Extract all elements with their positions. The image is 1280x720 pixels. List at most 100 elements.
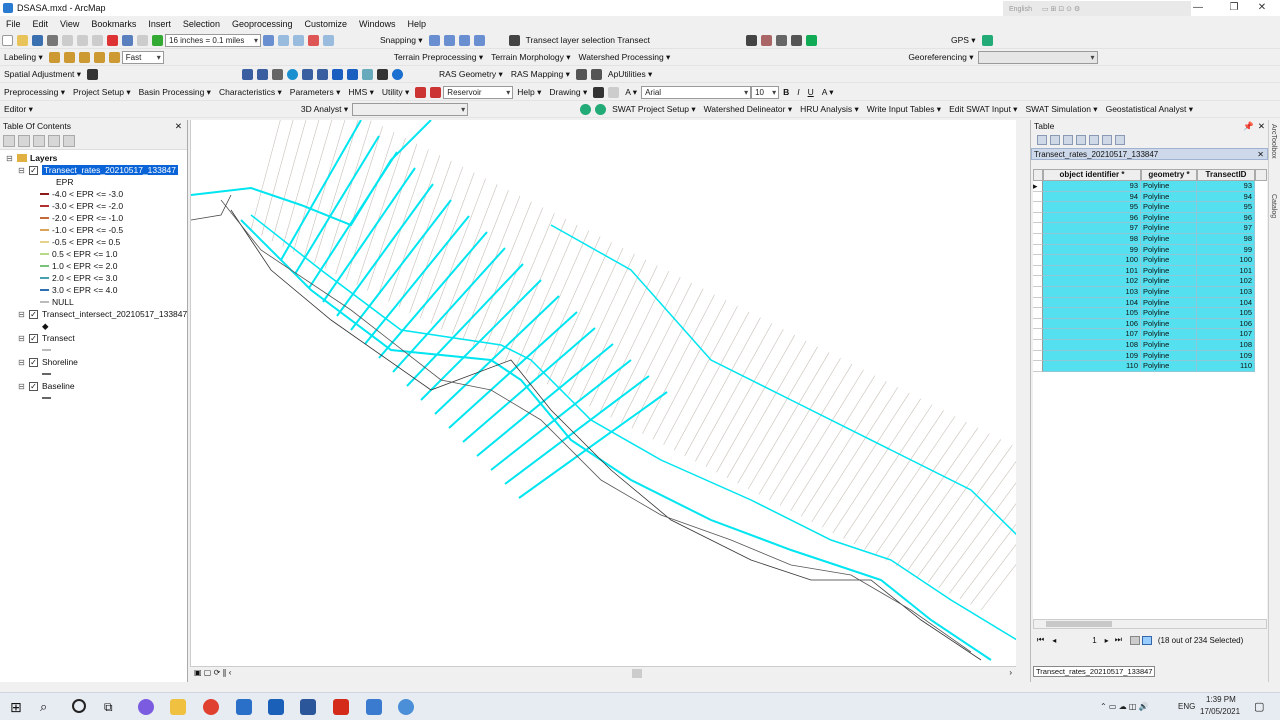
- fixed-zoom-out-icon[interactable]: [317, 68, 329, 80]
- menu-file[interactable]: File: [0, 16, 27, 32]
- parameters-menu[interactable]: Parameters ▾: [286, 87, 345, 98]
- transect-line[interactable]: [832, 398, 921, 534]
- transect-line[interactable]: [684, 317, 761, 456]
- menu-bookmarks[interactable]: Bookmarks: [85, 16, 142, 32]
- transect-line[interactable]: [980, 480, 1016, 611]
- table-row[interactable]: 109 Polyline 109: [1033, 350, 1267, 362]
- column-header-object-identifier[interactable]: object identifier *: [1043, 169, 1141, 181]
- scroll-right-icon[interactable]: ›: [1009, 668, 1012, 677]
- transect-line[interactable]: [261, 120, 303, 236]
- zoom-in-icon[interactable]: [242, 68, 254, 80]
- table-row[interactable]: 107 Polyline 107: [1033, 329, 1267, 340]
- list-by-selection-icon[interactable]: [48, 134, 60, 147]
- write-input-tables-menu[interactable]: Write Input Tables ▾: [863, 104, 945, 115]
- cell-object-identifier[interactable]: 95: [1043, 202, 1141, 213]
- toc-layer-transect-intersect[interactable]: ⊟ ✓ Transect_intersect_20210517_133847: [18, 308, 187, 320]
- cell-geometry[interactable]: Polyline: [1141, 255, 1197, 266]
- snap-point-icon[interactable]: [428, 34, 440, 46]
- open-icon[interactable]: [17, 34, 28, 46]
- font-combo[interactable]: Arial: [641, 85, 752, 99]
- cell-transectid[interactable]: 101: [1197, 265, 1255, 277]
- cell-object-identifier[interactable]: 103: [1043, 287, 1141, 298]
- viber-icon[interactable]: [138, 699, 154, 715]
- notifications-icon[interactable]: ▢: [1254, 700, 1264, 713]
- table-close-icon[interactable]: ✕: [1258, 120, 1265, 132]
- terrain-morphology-menu[interactable]: Terrain Morphology ▾: [487, 52, 574, 63]
- acrobat-icon[interactable]: [333, 699, 349, 715]
- table-row[interactable]: 98 Polyline 98: [1033, 234, 1267, 245]
- snap-edge-icon[interactable]: [473, 34, 485, 46]
- tray-icons[interactable]: ⌃ ▭ ☁ ◫ 🔊: [1100, 702, 1149, 711]
- ras-tool2-icon[interactable]: [590, 68, 602, 80]
- python-icon[interactable]: [323, 34, 334, 46]
- cell-object-identifier[interactable]: 108: [1043, 340, 1141, 351]
- hms-tool-icon[interactable]: [415, 86, 427, 98]
- show-selected-records-icon[interactable]: [1141, 635, 1152, 645]
- swat-simulation-menu[interactable]: SWAT Simulation ▾: [1021, 104, 1101, 115]
- cell-geometry[interactable]: Polyline: [1141, 340, 1197, 351]
- selected-transect-line[interactable]: [490, 359, 632, 471]
- collapse-icon[interactable]: ⊟: [18, 358, 26, 367]
- table-row[interactable]: 100 Polyline 100: [1033, 255, 1267, 266]
- cell-transectid[interactable]: 95: [1197, 202, 1255, 213]
- underline-button[interactable]: U: [804, 87, 818, 97]
- add-data-icon[interactable]: [152, 34, 163, 46]
- menu-customize[interactable]: Customize: [299, 16, 354, 32]
- first-record-icon[interactable]: ⏮: [1037, 635, 1044, 645]
- cell-transectid[interactable]: 98: [1197, 234, 1255, 245]
- label-manager-icon[interactable]: [48, 51, 60, 63]
- transect-line[interactable]: [546, 242, 612, 385]
- cell-object-identifier[interactable]: 107: [1043, 329, 1141, 340]
- table-row[interactable]: 97 Polyline 97: [1033, 223, 1267, 234]
- table-row[interactable]: 108 Polyline 108: [1033, 340, 1267, 351]
- row-selector[interactable]: [1033, 297, 1043, 309]
- aputilities-menu[interactable]: ApUtilities ▾: [604, 69, 656, 80]
- transect-line[interactable]: [430, 178, 486, 324]
- table-row[interactable]: 104 Polyline 104: [1033, 297, 1267, 309]
- selected-transect-line[interactable]: [378, 231, 488, 359]
- cut-icon[interactable]: [62, 34, 73, 46]
- table-row[interactable]: 110 Polyline 110: [1033, 361, 1267, 372]
- cell-transectid[interactable]: 104: [1197, 297, 1255, 309]
- row-selector[interactable]: [1033, 329, 1043, 340]
- cell-transectid[interactable]: 108: [1197, 340, 1255, 351]
- snap-end-icon[interactable]: [443, 34, 455, 46]
- hms-menu[interactable]: HMS ▾: [344, 87, 378, 98]
- cell-transectid[interactable]: 106: [1197, 318, 1255, 330]
- prev-record-icon[interactable]: ◂: [1052, 636, 1056, 645]
- table-tab-close-icon[interactable]: ✕: [1257, 149, 1264, 161]
- toc-layer-transect-rates[interactable]: ⊟ ✓ Transect_rates_20210517_133847: [18, 164, 179, 176]
- epr-class-item[interactable]: 3.0 < EPR <= 4.0: [40, 284, 117, 296]
- cell-transectid[interactable]: 109: [1197, 350, 1255, 362]
- row-selector-header[interactable]: [1033, 169, 1043, 181]
- label-icon[interactable]: [63, 51, 75, 63]
- cell-geometry[interactable]: Polyline: [1141, 297, 1197, 309]
- watershed-processing-menu[interactable]: Watershed Processing ▾: [574, 52, 674, 63]
- cell-object-identifier[interactable]: 110: [1043, 361, 1141, 372]
- cell-object-identifier[interactable]: 101: [1043, 265, 1141, 277]
- cell-geometry[interactable]: Polyline: [1141, 329, 1197, 340]
- start-icon[interactable]: ⊞: [10, 699, 26, 715]
- table-row[interactable]: 101 Polyline 101: [1033, 265, 1267, 277]
- 3d-analyst-menu[interactable]: 3D Analyst ▾: [297, 104, 352, 115]
- georeferencing-menu[interactable]: Georeferencing ▾: [904, 52, 977, 63]
- transect-line[interactable]: [716, 334, 796, 473]
- map-scrollbar[interactable]: ▣ ▢ ⟳ ∥ ‹ ›: [190, 666, 1016, 680]
- menu-edit[interactable]: Edit: [27, 16, 55, 32]
- delete-selected-icon[interactable]: [1115, 135, 1125, 145]
- forward-extent-icon[interactable]: [347, 68, 359, 80]
- layer-name[interactable]: Shoreline: [42, 357, 78, 367]
- row-selector[interactable]: [1033, 265, 1043, 277]
- epr-class-item[interactable]: 2.0 < EPR <= 3.0: [40, 272, 117, 284]
- table-bottom-tab[interactable]: Transect_rates_20210517_133847: [1033, 666, 1156, 677]
- transect-line[interactable]: [652, 300, 727, 440]
- transect-line[interactable]: [271, 120, 314, 242]
- font-size-combo[interactable]: 10: [751, 85, 780, 99]
- select-by-attributes-icon[interactable]: [1063, 135, 1073, 145]
- snapping-menu[interactable]: Snapping ▾: [376, 35, 427, 46]
- transect-line[interactable]: [695, 323, 773, 462]
- terrain-preprocessing-menu[interactable]: Terrain Preprocessing ▾: [390, 52, 487, 63]
- transect-line[interactable]: [621, 282, 692, 423]
- close-button[interactable]: ✕: [1244, 0, 1280, 16]
- cell-geometry[interactable]: Polyline: [1141, 287, 1197, 298]
